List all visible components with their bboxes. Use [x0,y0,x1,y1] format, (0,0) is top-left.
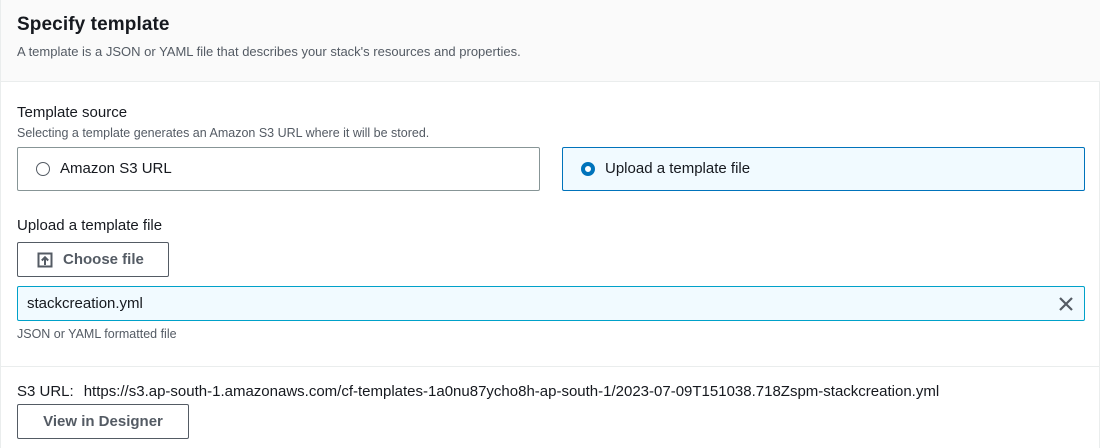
option-amazon-s3-url[interactable]: Amazon S3 URL [17,147,540,191]
specify-template-panel: Specify template A template is a JSON or… [0,0,1100,448]
page-description: A template is a JSON or YAML file that d… [17,44,521,59]
panel-header: Specify template A template is a JSON or… [1,0,1100,82]
option-upload-template-file[interactable]: Upload a template file [562,147,1085,191]
page-title: Specify template [17,14,170,35]
view-in-designer-button[interactable]: View in Designer [17,404,189,439]
upload-icon [37,252,53,268]
radio-button-selected[interactable] [581,162,595,176]
selected-file-name: stackcreation.yml [27,295,143,312]
template-source-label: Template source [17,104,128,121]
close-icon[interactable] [1058,296,1074,312]
divider [1,366,1100,367]
s3-url-label: S3 URL: [17,383,74,400]
upload-label: Upload a template file [17,217,163,234]
s3-url-row: S3 URL: https://s3.ap-south-1.amazonaws.c… [17,383,939,400]
selected-file-field[interactable]: stackcreation.yml [17,286,1085,321]
s3-url-value: https://s3.ap-south-1.amazonaws.com/cf-t… [83,383,940,400]
option-label: Upload a template file [605,160,751,177]
choose-file-button[interactable]: Choose file [17,242,169,277]
view-in-designer-label: View in Designer [43,413,163,430]
choose-file-label: Choose file [63,251,144,268]
template-source-hint: Selecting a template generates an Amazon… [17,126,430,140]
radio-button[interactable] [36,162,50,176]
upload-hint: JSON or YAML formatted file [17,327,177,341]
option-label: Amazon S3 URL [60,160,172,177]
